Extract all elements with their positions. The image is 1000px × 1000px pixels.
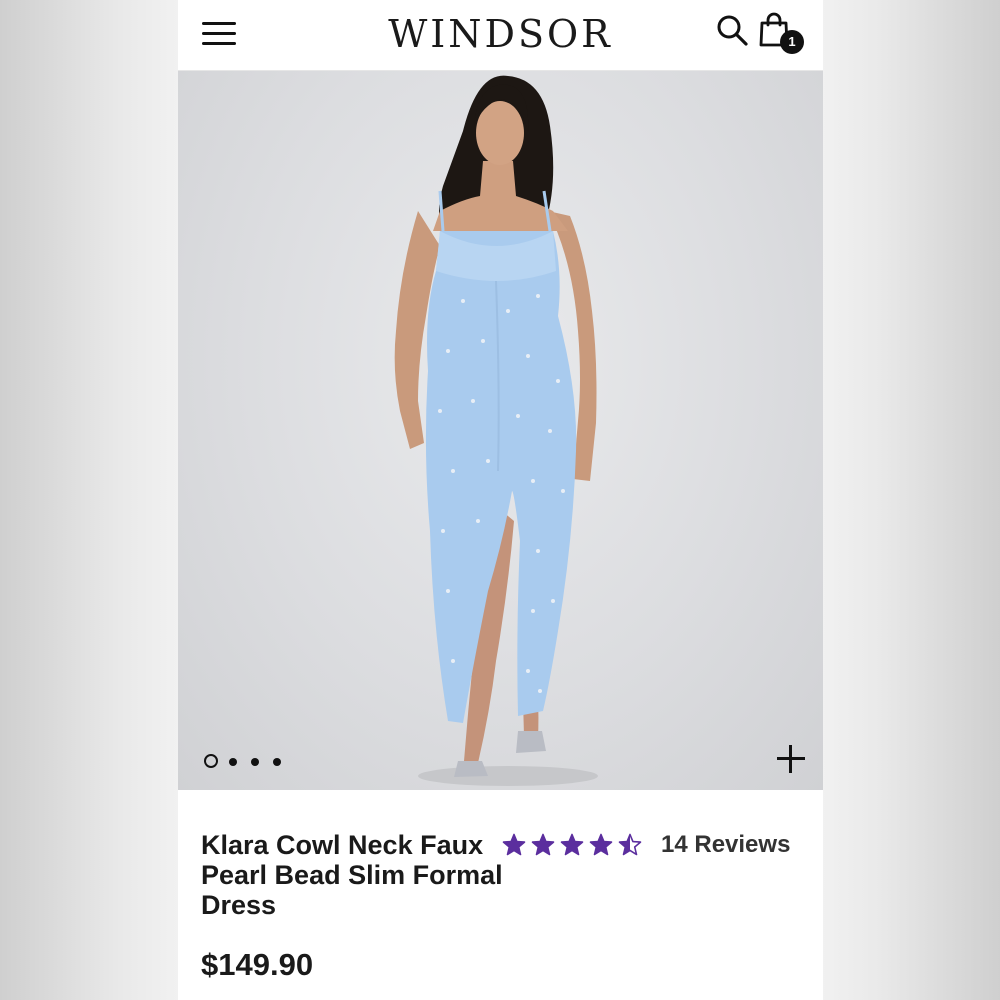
site-header: WINDSOR 1	[178, 0, 823, 71]
product-info: Klara Cowl Neck Faux Pearl Bead Slim For…	[178, 790, 823, 1000]
gallery-dot[interactable]	[229, 758, 237, 766]
product-photo	[394, 75, 598, 786]
product-image-gallery[interactable]	[178, 71, 823, 790]
reviews-link[interactable]: 14 Reviews	[661, 831, 790, 859]
zoom-button[interactable]	[776, 744, 806, 774]
gallery-dot[interactable]	[251, 758, 259, 766]
gallery-dot[interactable]	[273, 758, 281, 766]
star-rating	[502, 833, 647, 857]
star-full-icon	[531, 833, 555, 856]
star-full-icon	[560, 833, 584, 856]
star-full-icon	[589, 833, 613, 856]
product-price: $149.90	[201, 947, 314, 982]
star-half-icon	[618, 833, 642, 856]
gallery-dot[interactable]	[204, 754, 218, 768]
search-icon	[717, 15, 748, 46]
cart-count-badge: 1	[780, 30, 804, 54]
product-title: Klara Cowl Neck Faux Pearl Bead Slim For…	[201, 830, 503, 920]
search-button[interactable]	[716, 14, 750, 48]
star-full-icon	[502, 833, 526, 856]
mobile-product-page: WINDSOR 1 Klara Cowl Neck Faux Pearl Bea…	[178, 0, 823, 1000]
cart-button[interactable]: 1	[758, 12, 804, 56]
product-rating[interactable]: 14 Reviews	[502, 830, 790, 860]
